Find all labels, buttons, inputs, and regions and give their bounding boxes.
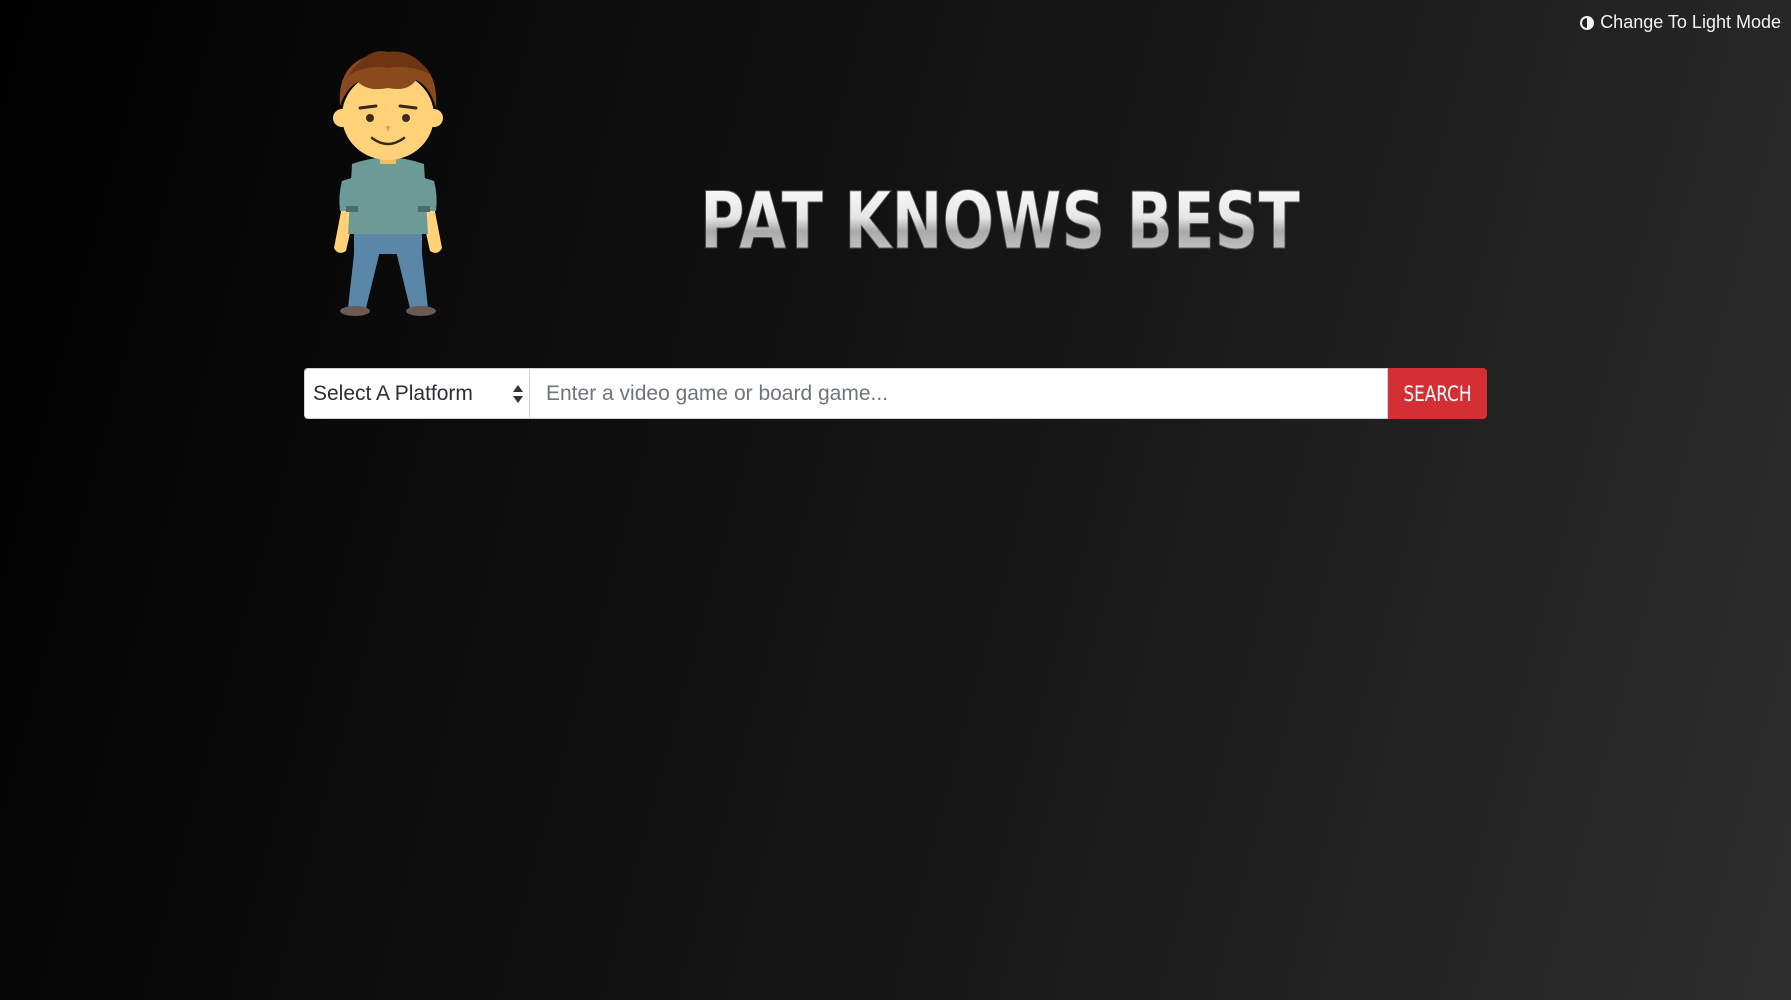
select-arrows-icon (513, 384, 523, 403)
game-search-input[interactable] (530, 368, 1388, 419)
search-bar: Select A Platform SEARCH (304, 368, 1487, 419)
light-mode-toggle[interactable]: Change To Light Mode (1580, 12, 1781, 33)
platform-select-value: Select A Platform (313, 381, 473, 405)
contrast-icon (1580, 15, 1595, 30)
search-button[interactable]: SEARCH (1388, 368, 1487, 419)
mascot-image (333, 51, 443, 316)
logo-text: PAT KNOWS BEST (700, 178, 1300, 267)
site-logo: PAT KNOWS BEST (700, 178, 1301, 268)
light-mode-toggle-label: Change To Light Mode (1600, 12, 1781, 32)
search-button-label: SEARCH (1403, 381, 1472, 406)
platform-select[interactable]: Select A Platform (304, 368, 530, 419)
